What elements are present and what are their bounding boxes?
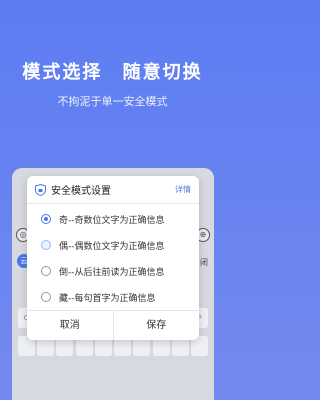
option-label: 藏--每句首字为正确信息 (59, 293, 156, 304)
option-odd[interactable]: 奇--奇数位文字为正确信息 (27, 206, 199, 232)
detail-link[interactable]: 详情 (175, 184, 191, 195)
dialog-footer: 取消 保存 (27, 310, 199, 340)
radio-icon[interactable] (41, 240, 51, 250)
save-button[interactable]: 保存 (112, 311, 200, 340)
option-reverse[interactable]: 倒--从后往前读为正确信息 (27, 258, 199, 284)
option-label: 奇--奇数位文字为正确信息 (59, 215, 165, 226)
dialog-header: 安全模式设置 详情 (27, 176, 199, 204)
radio-icon[interactable] (41, 292, 51, 302)
option-acrostic[interactable]: 藏--每句首字为正确信息 (27, 284, 199, 310)
headline: 模式选择 随意切换 (0, 58, 225, 84)
option-label: 偶--偶数位文字为正确信息 (59, 241, 165, 252)
option-even[interactable]: 偶--偶数位文字为正确信息 (27, 232, 199, 258)
radio-icon[interactable] (41, 214, 51, 224)
headline-part1: 模式选择 (22, 62, 103, 83)
subline: 不拘泥于单一安全模式 (57, 95, 168, 108)
close-label[interactable]: 闭 (200, 257, 208, 268)
security-mode-dialog: 安全模式设置 详情 奇--奇数位文字为正确信息 偶--偶数位文字为正确信息 倒-… (27, 176, 199, 340)
shield-icon (35, 183, 46, 196)
cancel-button[interactable]: 取消 (27, 311, 113, 340)
radio-icon[interactable] (41, 266, 51, 276)
dialog-title: 安全模式设置 (51, 186, 111, 197)
headline-part2: 随意切换 (122, 62, 203, 83)
option-label: 倒--从后往前读为正确信息 (59, 267, 165, 278)
